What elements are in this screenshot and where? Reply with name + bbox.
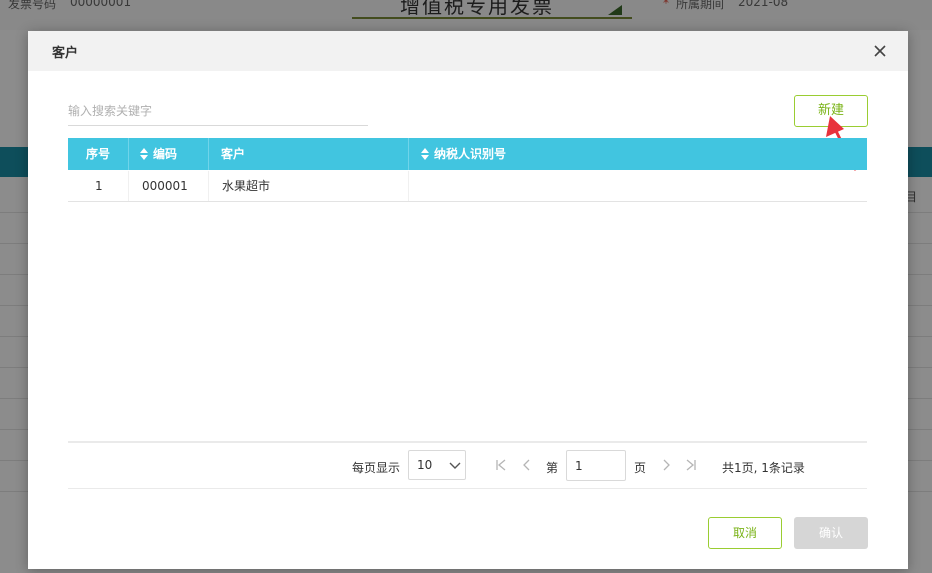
- column-divider: [208, 138, 209, 170]
- column-header-tax-id[interactable]: 纳税人识别号: [421, 138, 506, 170]
- pagination-summary: 共1页, 1条记录: [722, 461, 805, 475]
- dialog-header: 客户: [28, 31, 908, 71]
- pagination-divider: [68, 488, 867, 489]
- last-page-icon[interactable]: [685, 459, 697, 471]
- row-index: 1: [95, 179, 103, 193]
- per-page-label: 每页显示: [352, 461, 401, 475]
- column-divider: [128, 138, 129, 170]
- pagination-divider: [68, 441, 867, 443]
- sort-icon[interactable]: [140, 147, 148, 160]
- column-header-code[interactable]: 编码: [140, 138, 177, 170]
- column-divider: [408, 138, 409, 170]
- cell-divider: [128, 171, 129, 202]
- cancel-button[interactable]: 取消: [708, 517, 782, 549]
- cell-divider: [208, 171, 209, 202]
- table-row[interactable]: 1 000001 水果超市: [68, 171, 867, 201]
- column-header-tax-id-label: 纳税人识别号: [434, 147, 507, 161]
- next-page-icon[interactable]: [660, 459, 672, 471]
- first-page-icon[interactable]: [495, 459, 507, 471]
- sort-icon[interactable]: [421, 147, 429, 160]
- confirm-button[interactable]: 确认: [794, 517, 868, 549]
- page-suffix: 页: [634, 461, 647, 475]
- previous-page-icon[interactable]: [521, 459, 533, 471]
- close-icon[interactable]: [870, 41, 890, 61]
- row-divider: [68, 201, 867, 202]
- page-size-value: 10: [417, 458, 433, 472]
- dialog-title: 客户: [52, 46, 79, 61]
- chevron-down-icon: [449, 462, 461, 469]
- table-header: 序号 编码 客户 纳税人识别号: [68, 138, 867, 170]
- page-prefix: 第: [546, 461, 559, 475]
- row-code: 000001: [142, 179, 188, 193]
- customer-dialog: 客户 新建 序号 编码 客户 纳税人识别号 1: [28, 31, 908, 569]
- search-input[interactable]: [68, 97, 368, 126]
- column-header-customer: 客户: [221, 147, 246, 161]
- column-header-index: 序号: [86, 147, 111, 161]
- page-size-select[interactable]: 10: [408, 450, 466, 480]
- page-number-input[interactable]: [566, 450, 626, 481]
- row-customer: 水果超市: [222, 179, 271, 193]
- cell-divider: [408, 171, 409, 202]
- column-header-code-label: 编码: [153, 147, 178, 161]
